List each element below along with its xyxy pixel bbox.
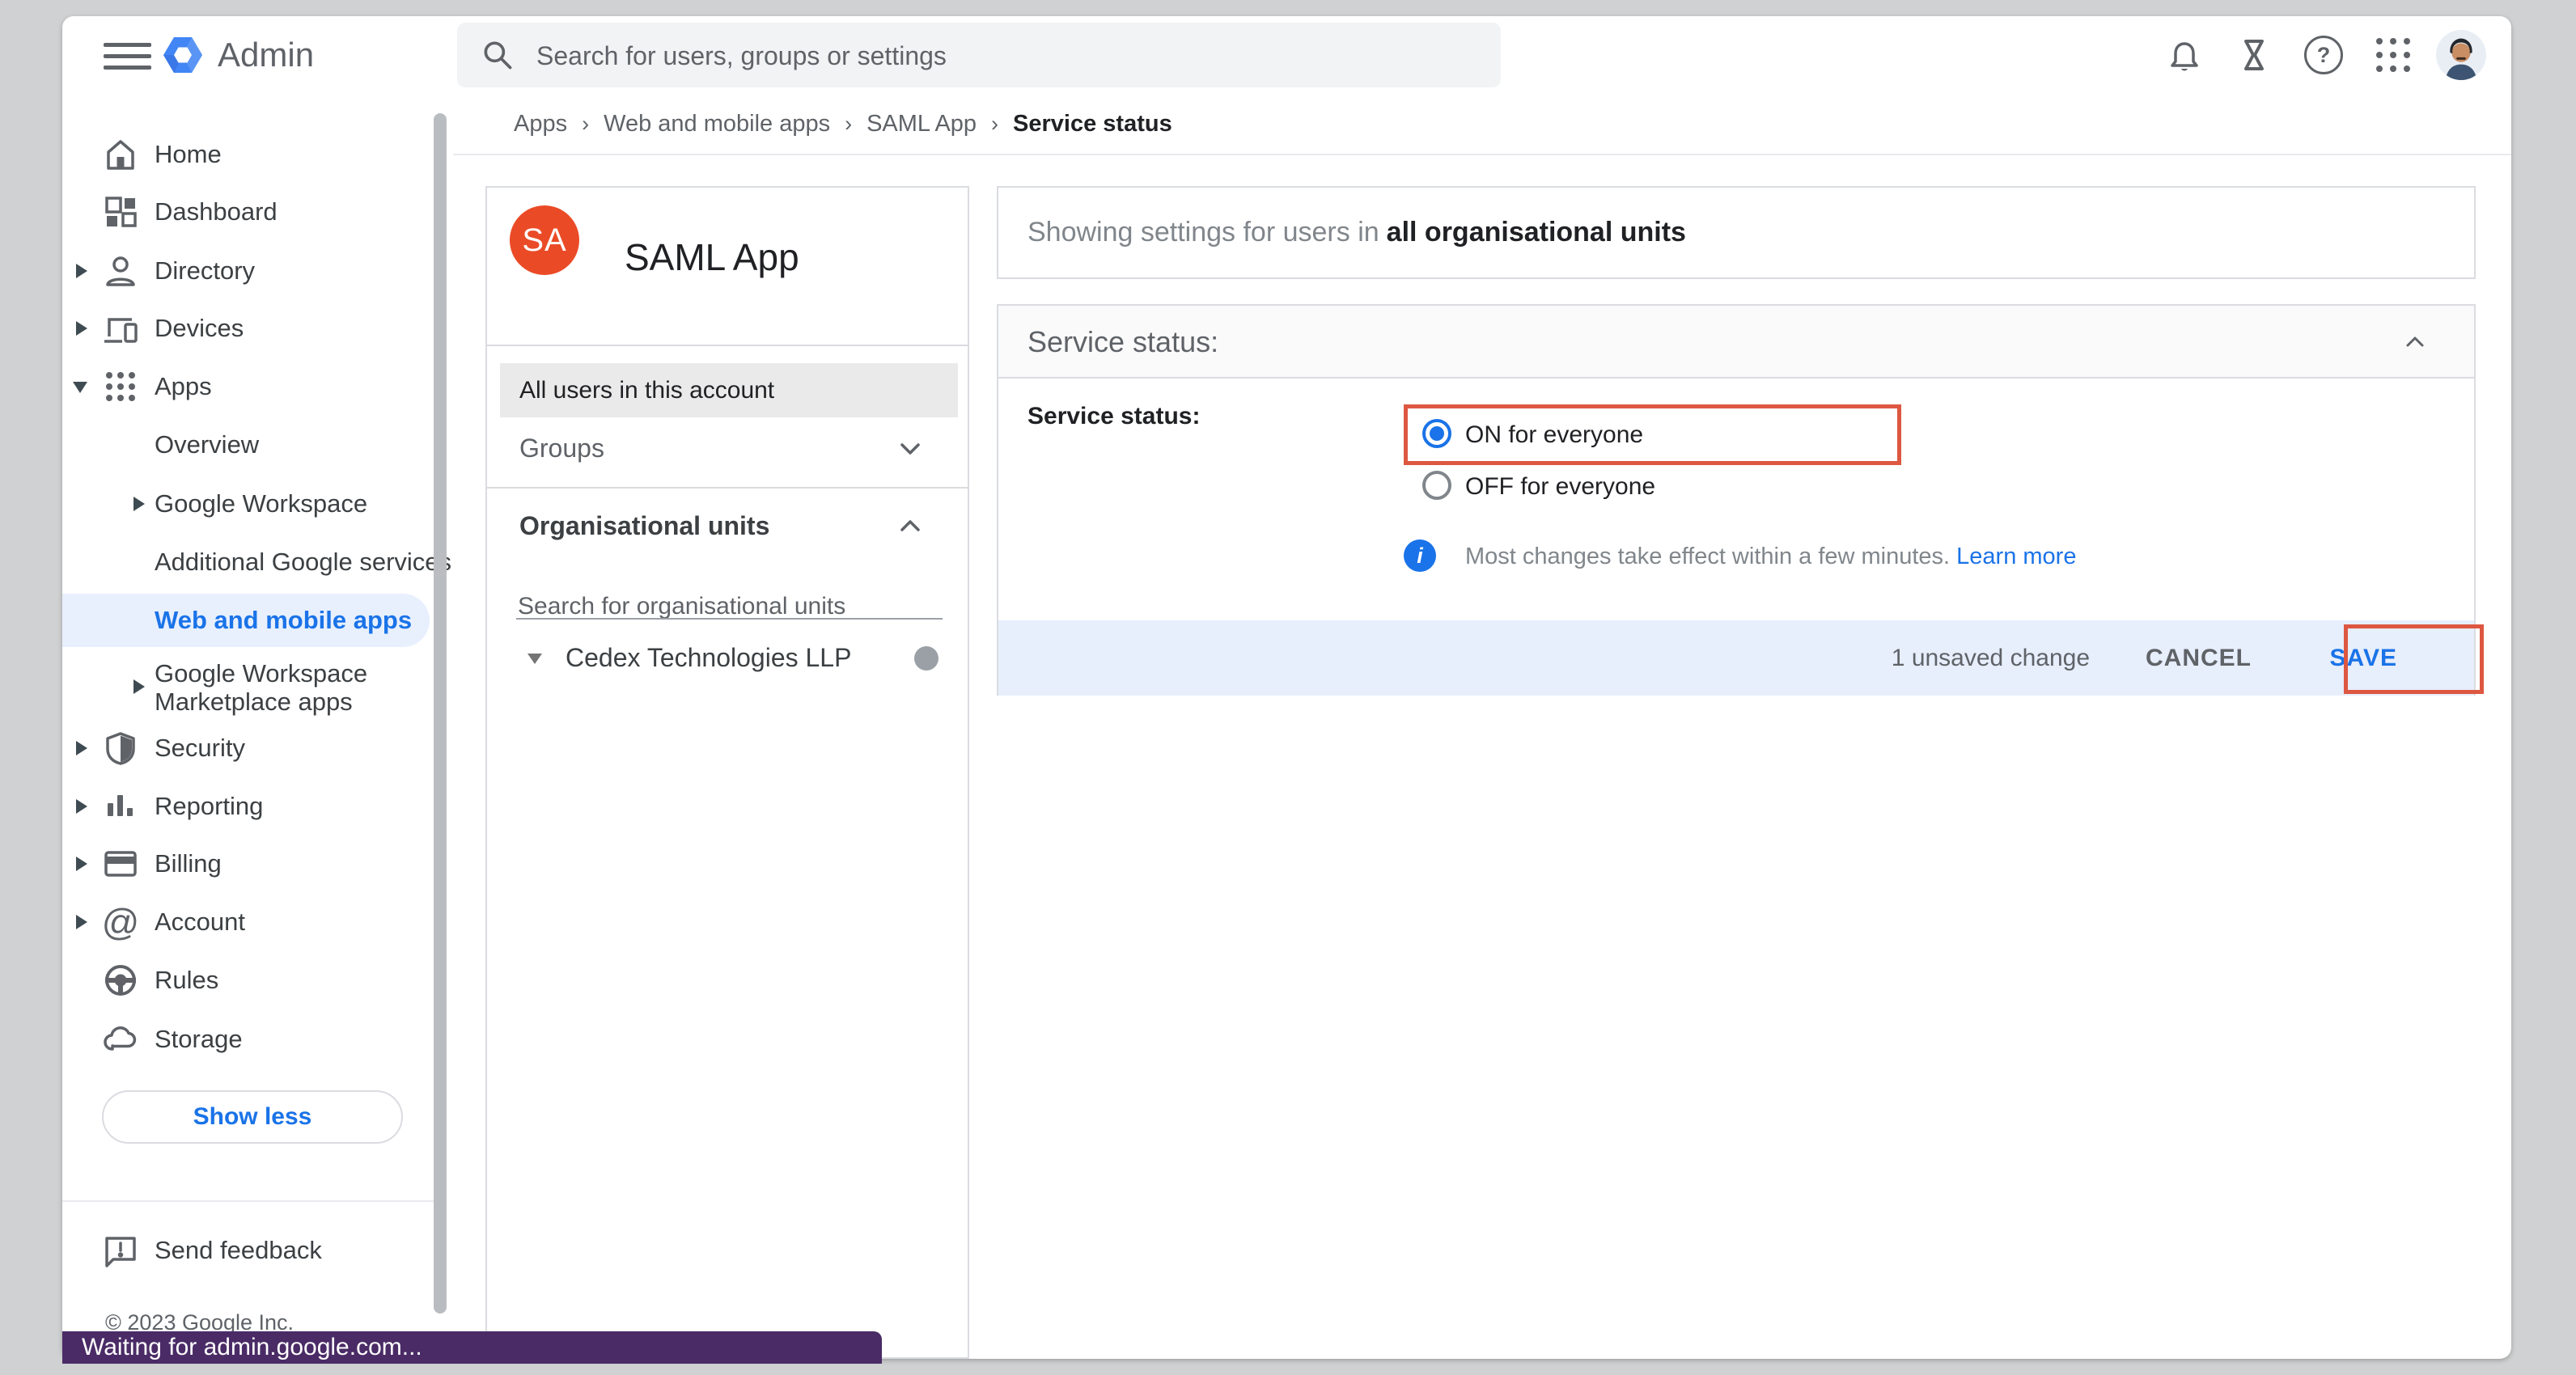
breadcrumb-web-and-mobile-apps[interactable]: Web and mobile apps — [604, 111, 830, 137]
search-icon — [480, 37, 515, 73]
steering-wheel-icon — [101, 961, 140, 1000]
shield-icon — [101, 729, 140, 768]
sidebar-item-rules[interactable]: Rules — [62, 954, 434, 1006]
admin-hexagon-logo[interactable] — [160, 32, 205, 78]
collapse-arrow-icon[interactable] — [73, 382, 87, 393]
scope-summary-text: Showing settings for users inall organis… — [1027, 188, 1686, 277]
radio-on-label[interactable]: ON for everyone — [1465, 421, 1643, 449]
expand-arrow-icon[interactable] — [133, 497, 145, 511]
breadcrumb-separator: › — [845, 112, 852, 136]
sidebar-item-billing[interactable]: Billing — [62, 838, 434, 890]
show-less-button[interactable]: Show less — [102, 1090, 403, 1144]
service-status-section-header[interactable]: Service status: — [998, 306, 2474, 379]
app-avatar: SA — [510, 205, 579, 275]
credit-card-icon — [101, 844, 140, 883]
sidebar-item-web-and-mobile-apps[interactable]: Web and mobile apps — [62, 594, 430, 647]
sidebar-item-directory[interactable]: Directory — [62, 245, 434, 297]
expand-arrow-icon[interactable] — [76, 915, 87, 929]
sidebar-divider — [62, 1200, 443, 1202]
app-scope-panel: SA SAML App All users in this account Gr… — [485, 186, 969, 1359]
groups-section-label[interactable]: Groups — [519, 410, 604, 487]
org-units-search-input[interactable] — [516, 588, 940, 625]
sidebar-item-devices[interactable]: Devices — [62, 302, 434, 354]
chevron-up-icon[interactable] — [896, 511, 925, 540]
apps-grid-icon[interactable] — [2374, 36, 2413, 74]
sidebar-item-home[interactable]: Home — [62, 129, 434, 180]
breadcrumb-separator: › — [582, 112, 589, 136]
sidebar-item-apps[interactable]: Apps — [62, 361, 434, 412]
org-search-underline — [516, 618, 943, 620]
expand-arrow-icon[interactable] — [76, 264, 87, 278]
search-input[interactable] — [535, 23, 1468, 89]
sidebar-item-gw-marketplace-apps[interactable]: Google Workspace Marketplace apps — [62, 646, 434, 727]
expand-arrow-icon[interactable] — [76, 799, 87, 814]
menu-icon[interactable] — [104, 43, 151, 70]
breadcrumb-current-page: Service status — [1013, 111, 1172, 137]
dashboard-icon — [101, 192, 140, 231]
breadcrumb-apps[interactable]: Apps — [514, 111, 567, 137]
learn-more-link[interactable]: Learn more — [1956, 544, 2076, 569]
expand-arrow-icon[interactable] — [76, 321, 87, 336]
org-units-section-label[interactable]: Organisational units — [519, 488, 769, 564]
tasks-hourglass-icon[interactable] — [2235, 36, 2273, 74]
unsaved-changes-text: 1 unsaved change — [1892, 620, 2090, 696]
scope-summary-card: Showing settings for users inall organis… — [997, 186, 2476, 279]
global-search[interactable] — [457, 23, 1501, 87]
section-title: Service status: — [1027, 306, 1218, 379]
radio-off-label[interactable]: OFF for everyone — [1465, 473, 1655, 501]
browser-status-bar: Waiting for admin.google.com... — [62, 1331, 882, 1364]
breadcrumb-separator: › — [991, 112, 998, 136]
collapse-section-icon[interactable] — [2400, 328, 2430, 357]
cancel-button[interactable]: CANCEL — [2146, 620, 2252, 696]
service-status-field-label: Service status: — [1027, 403, 1200, 430]
sidebar-item-storage[interactable]: Storage — [62, 1013, 434, 1065]
org-tree-collapse-icon[interactable] — [527, 654, 542, 664]
sidebar-item-overview[interactable]: Overview — [62, 419, 434, 471]
at-sign-icon: @ — [101, 903, 140, 941]
bar-chart-icon — [101, 787, 140, 826]
org-unit-root[interactable]: Cedex Technologies LLP — [566, 643, 851, 673]
admin-console-window: Admin ? Apps›Web and mobile — [62, 16, 2511, 1359]
expand-arrow-icon[interactable] — [76, 857, 87, 871]
status-text: Waiting for admin.google.com... — [82, 1331, 422, 1364]
home-icon — [101, 135, 140, 174]
person-icon — [101, 252, 140, 290]
save-footer-bar: 1 unsaved change CANCEL SAVE — [998, 620, 2474, 696]
cloud-icon — [101, 1020, 140, 1059]
info-icon: i — [1404, 539, 1436, 572]
expand-arrow-icon[interactable] — [76, 741, 87, 755]
feedback-icon — [101, 1231, 140, 1270]
expand-arrow-icon[interactable] — [133, 679, 145, 694]
all-users-scope-item[interactable]: All users in this account — [500, 363, 958, 417]
breadcrumb-saml-app[interactable]: SAML App — [866, 111, 977, 137]
devices-icon — [101, 309, 140, 348]
org-unit-status-dot — [914, 646, 938, 671]
send-feedback-button[interactable]: Send feedback — [62, 1225, 434, 1276]
radio-off-for-everyone[interactable] — [1422, 471, 1451, 500]
sidebar-item-account[interactable]: @ Account — [62, 896, 434, 948]
chevron-down-icon[interactable] — [896, 434, 925, 463]
product-title: Admin — [218, 16, 314, 94]
radio-on-for-everyone[interactable] — [1422, 419, 1451, 448]
user-avatar[interactable] — [2436, 30, 2486, 80]
sidebar-item-security[interactable]: Security — [62, 722, 434, 774]
apps-icon — [101, 367, 140, 406]
help-icon[interactable]: ? — [2304, 36, 2343, 74]
sidebar-item-google-workspace[interactable]: Google Workspace — [62, 478, 434, 530]
app-title: SAML App — [625, 235, 799, 279]
sidebar-item-dashboard[interactable]: Dashboard — [62, 186, 434, 238]
service-status-card: Service status: Service status: ON for e… — [997, 304, 2476, 696]
annotation-highlight-save-button — [2344, 624, 2484, 694]
info-message: Most changes take effect within a few mi… — [1465, 544, 2076, 570]
panel-divider — [487, 345, 968, 346]
sidebar-item-reporting[interactable]: Reporting — [62, 781, 434, 832]
breadcrumb: Apps › Web and mobile apps › SAML App › Servic… — [453, 94, 2511, 155]
notifications-bell-icon[interactable] — [2165, 36, 2204, 74]
sidebar-item-additional-google-services[interactable]: Additional Google services — [62, 536, 434, 588]
sidebar-scrollbar[interactable] — [434, 113, 447, 1314]
